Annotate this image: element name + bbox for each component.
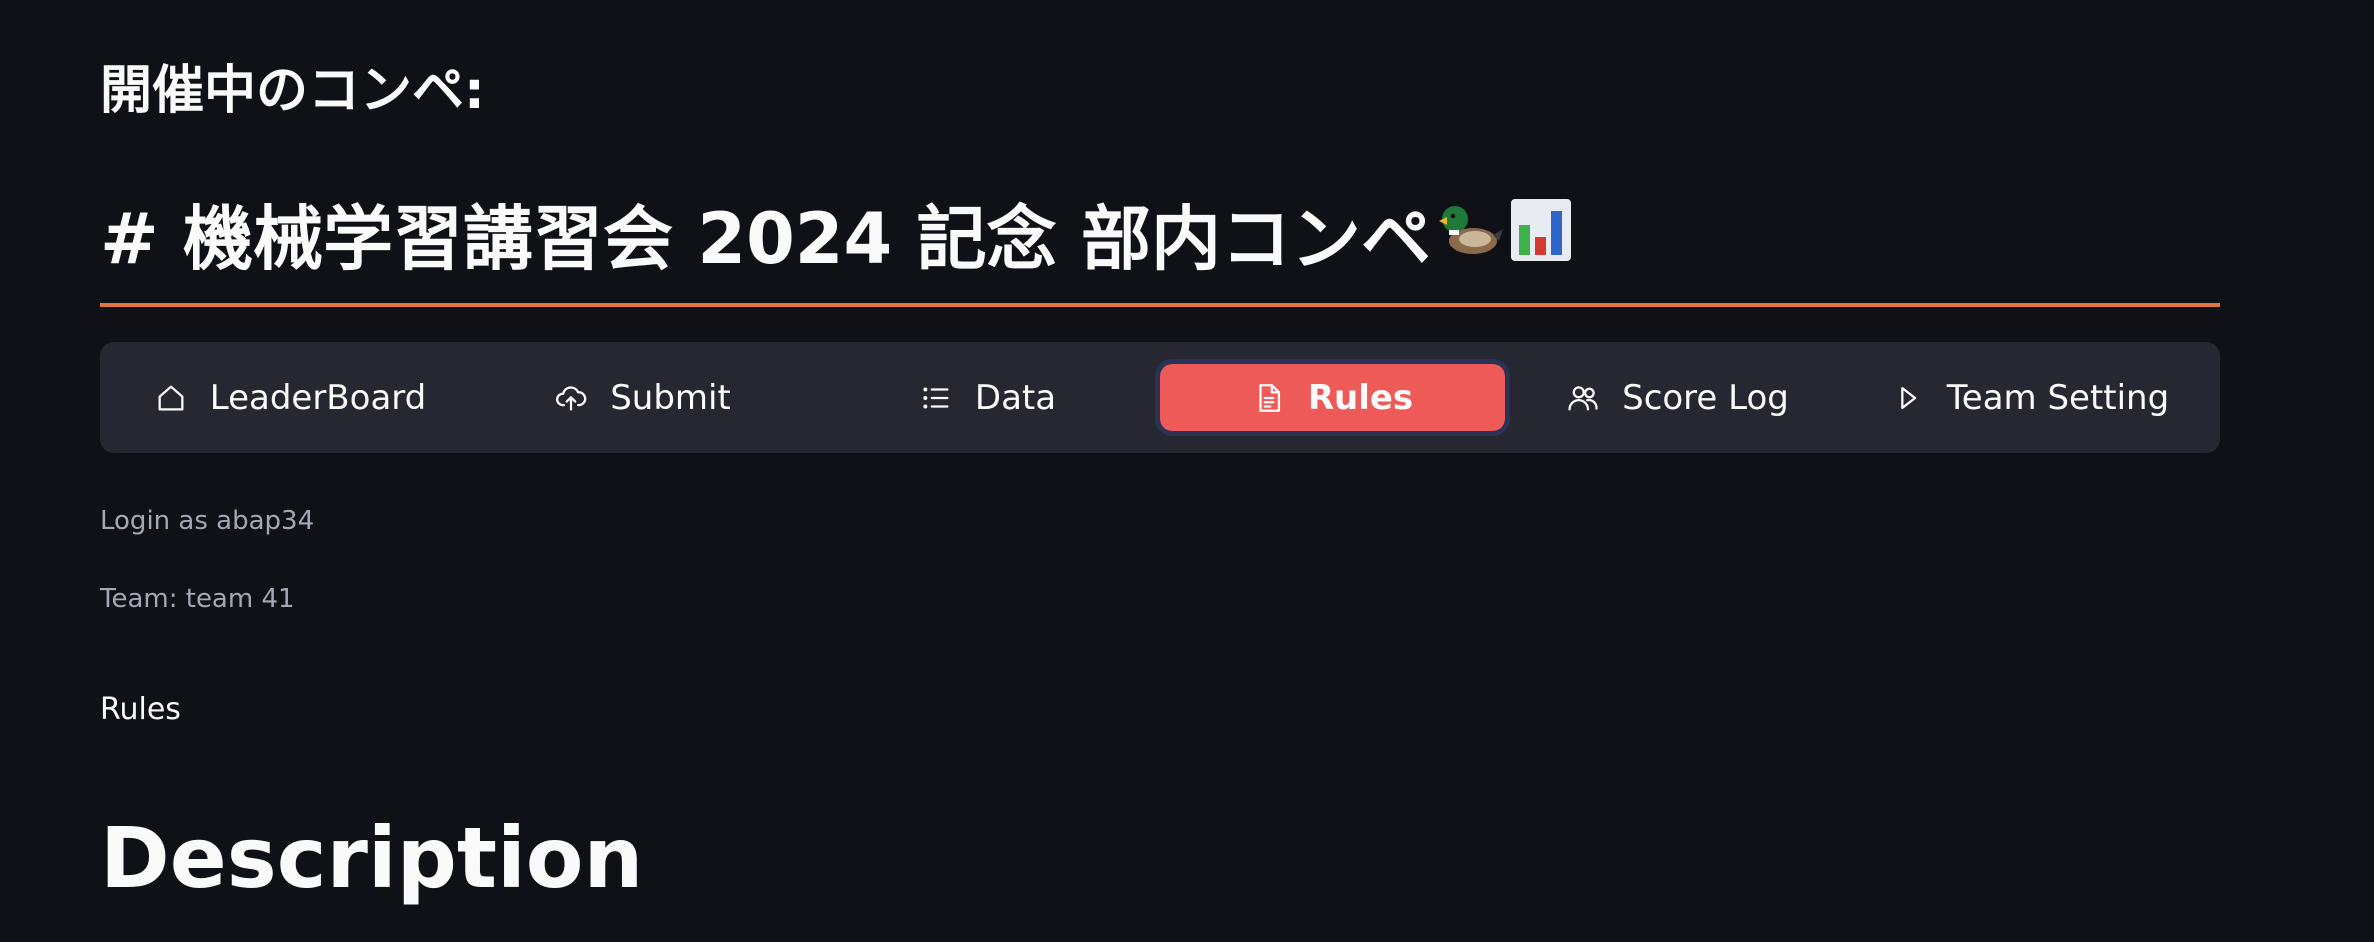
tab-score-log[interactable]: Score Log — [1505, 364, 1850, 431]
tab-rules[interactable]: Rules — [1155, 359, 1510, 436]
people-icon — [1566, 381, 1600, 415]
page-label: Rules — [100, 692, 181, 727]
bar-chart-emoji-icon — [1509, 195, 1573, 283]
tab-submit[interactable]: Submit — [470, 364, 815, 431]
nav-bar: LeaderBoard Submit Data Rules Score Log … — [100, 342, 2220, 453]
tab-leaderboard-label: LeaderBoard — [209, 377, 427, 418]
competition-label: 開催中のコンペ: — [100, 61, 485, 121]
document-icon — [1252, 381, 1286, 415]
list-icon — [919, 381, 953, 415]
tab-rules-label: Rules — [1307, 377, 1414, 418]
play-icon — [1891, 381, 1925, 415]
title-divider — [100, 303, 2220, 307]
tab-submit-label: Submit — [610, 377, 731, 418]
duck-emoji-icon — [1435, 195, 1505, 283]
tab-team-setting[interactable]: Team Setting — [1850, 364, 2210, 431]
tab-score-log-label: Score Log — [1622, 377, 1789, 418]
competition-title: # 機械学習講習会 2024 記念 部内コンペ — [100, 195, 1573, 283]
team-status: Team: team 41 — [100, 584, 295, 614]
cloud-upload-icon — [554, 381, 588, 415]
tab-data-label: Data — [974, 377, 1057, 418]
tab-team-setting-label: Team Setting — [1946, 377, 2170, 418]
home-icon — [154, 381, 188, 415]
competition-title-text: # 機械学習講習会 2024 記念 部内コンペ — [100, 198, 1431, 280]
section-heading: Description — [100, 809, 644, 907]
tab-data[interactable]: Data — [815, 364, 1160, 431]
tab-leaderboard[interactable]: LeaderBoard — [110, 364, 470, 431]
login-status: Login as abap34 — [100, 506, 315, 536]
